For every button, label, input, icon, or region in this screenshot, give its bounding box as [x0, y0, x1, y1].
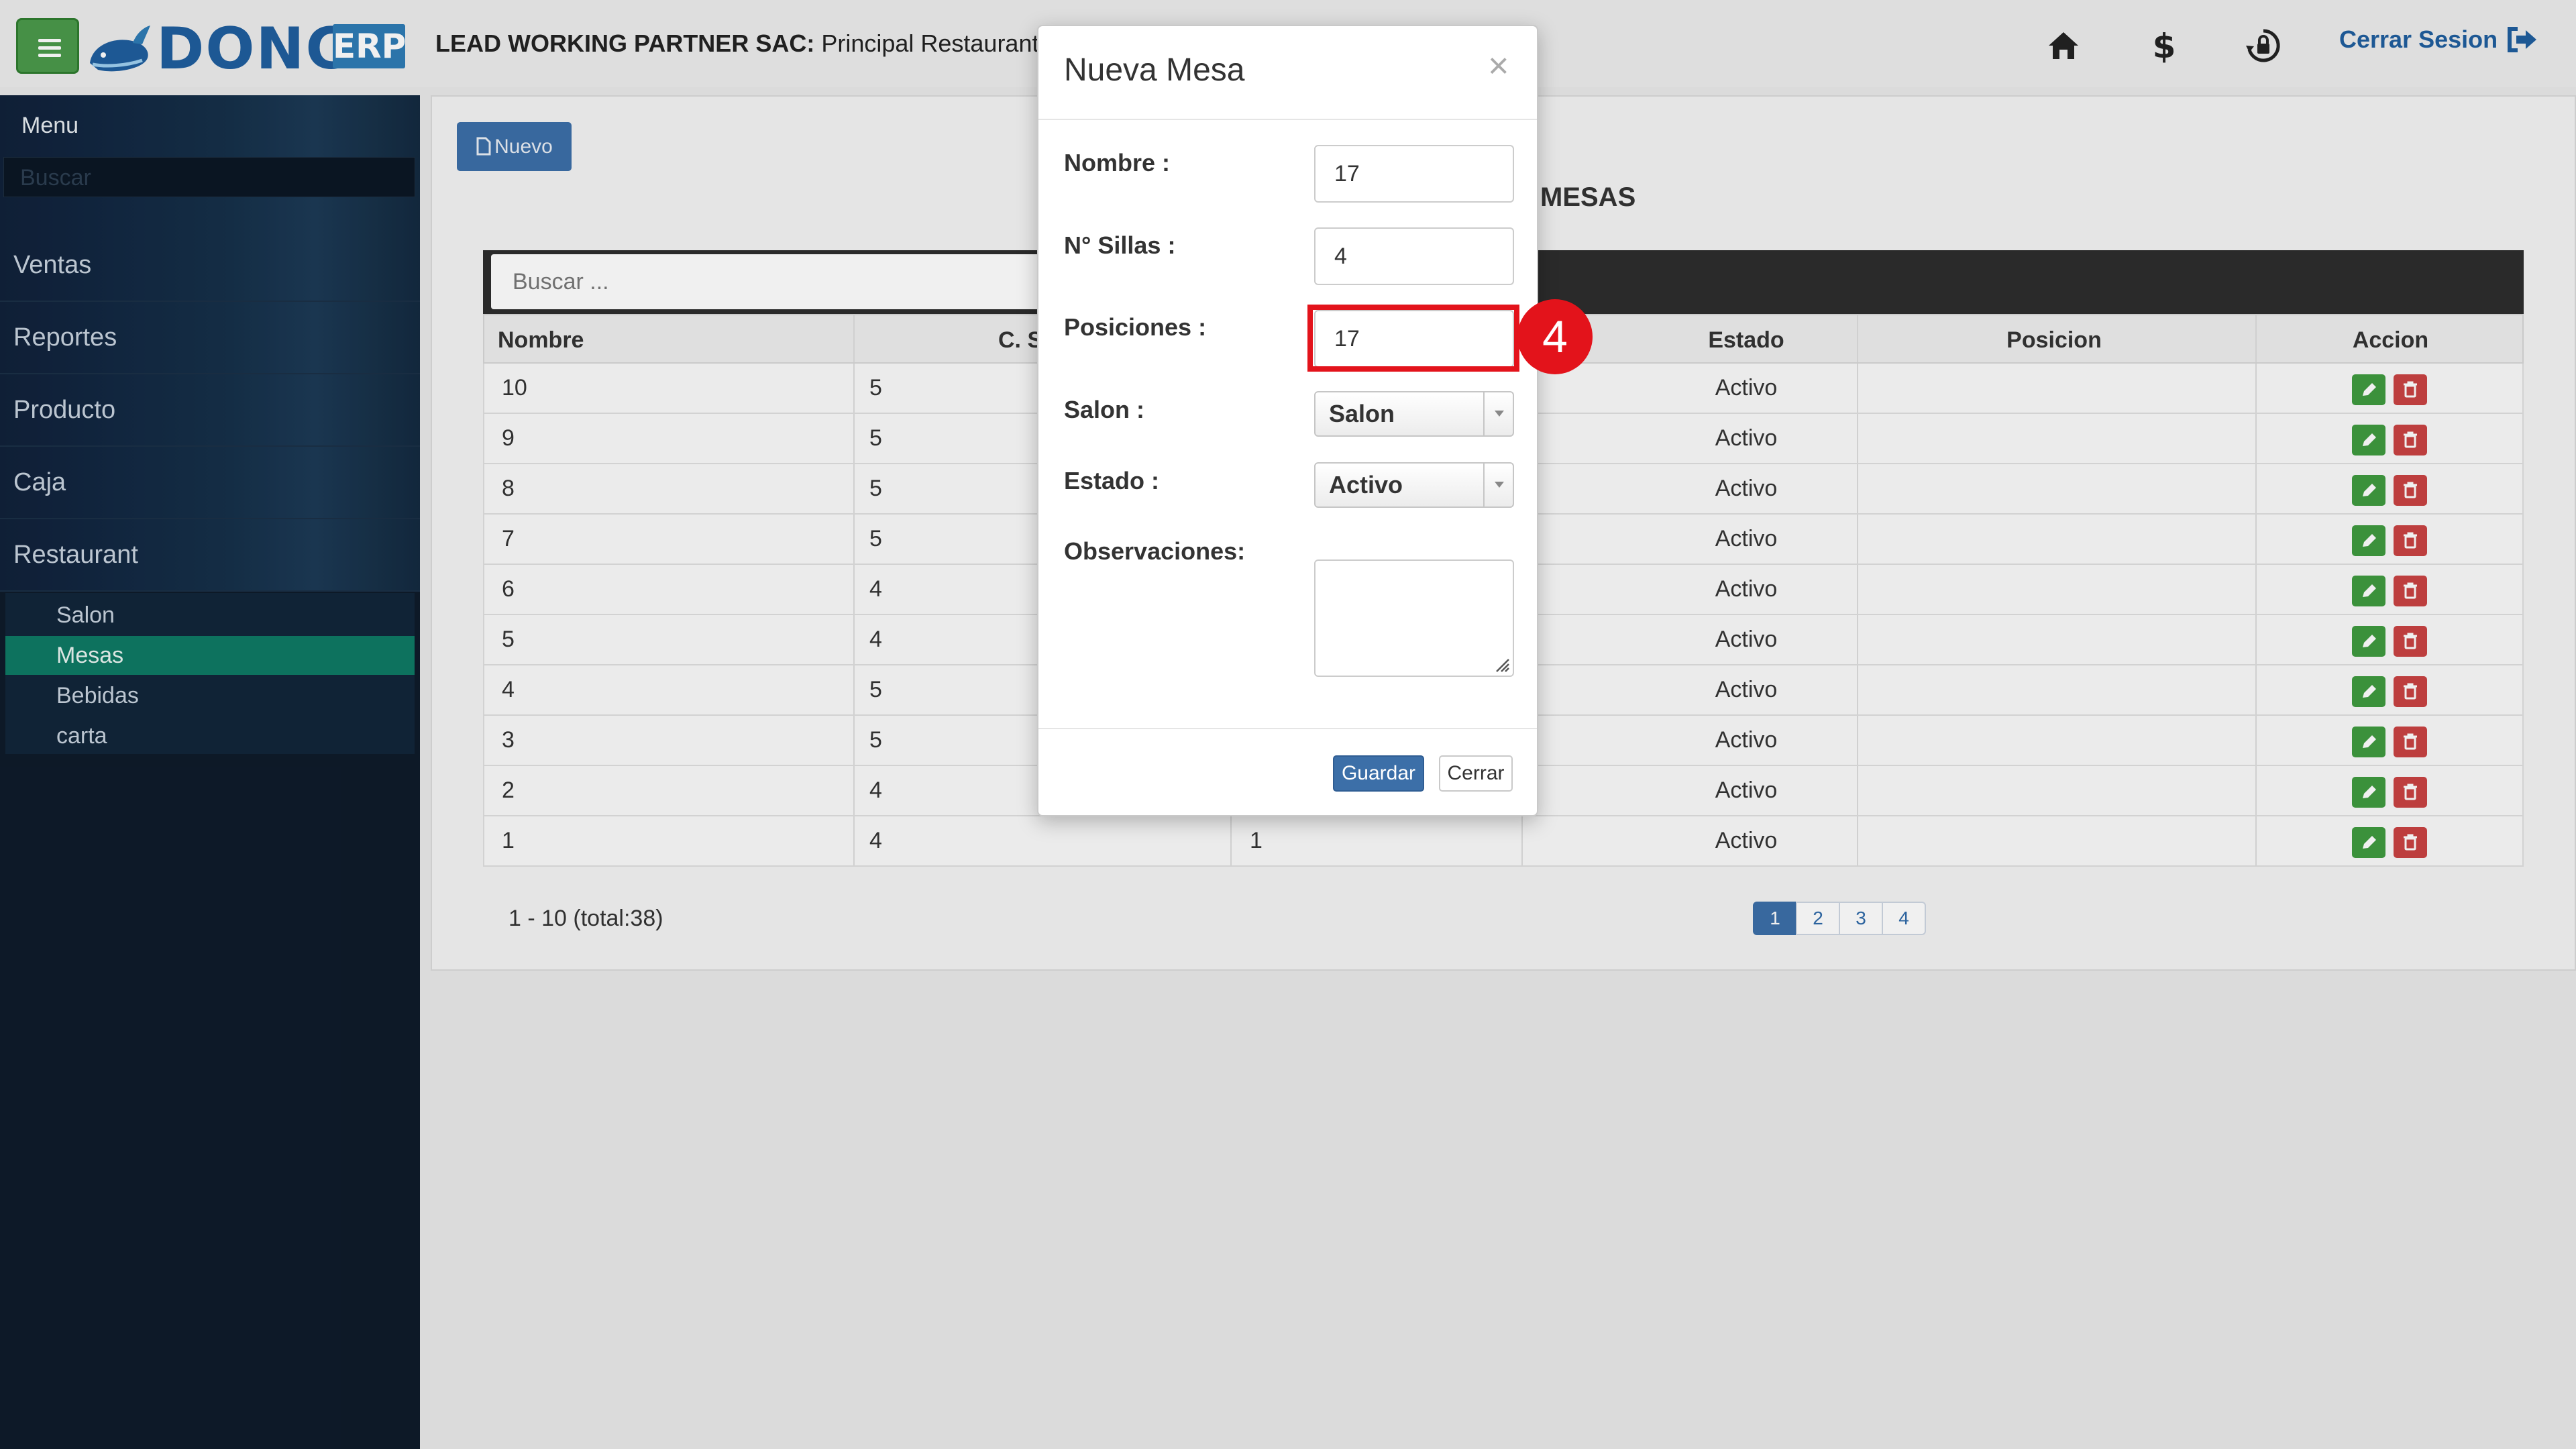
save-button[interactable]: Guardar [1333, 755, 1424, 792]
step-badge: 4 [1517, 299, 1593, 374]
salon-select-value: Salon [1329, 400, 1395, 427]
close-icon[interactable]: × [1488, 45, 1509, 87]
chevron-down-icon [1483, 392, 1513, 435]
nombre-input[interactable]: 17 [1314, 145, 1514, 203]
observaciones-textarea[interactable] [1314, 559, 1514, 677]
nombre-label: Nombre : [1064, 149, 1171, 176]
estado-select-value: Activo [1329, 471, 1403, 498]
dialog-title: Nueva Mesa [1064, 52, 1245, 88]
highlight-box [1307, 305, 1519, 372]
observaciones-label: Observaciones: [1064, 537, 1246, 565]
cancel-button[interactable]: Cerrar [1439, 755, 1513, 792]
salon-label: Salon : [1064, 396, 1145, 423]
posiciones-label: Posiciones : [1064, 313, 1207, 341]
estado-select[interactable]: Activo [1314, 462, 1514, 508]
sillas-label: N° Sillas : [1064, 231, 1176, 259]
chevron-down-icon [1483, 464, 1513, 506]
sillas-input[interactable]: 4 [1314, 227, 1514, 285]
estado-label: Estado : [1064, 467, 1160, 494]
resize-grip-icon[interactable] [1491, 654, 1510, 673]
salon-select[interactable]: Salon [1314, 391, 1514, 437]
nueva-mesa-dialog: Nueva Mesa × Nombre : 17 N° Sillas : 4 P… [1037, 25, 1538, 816]
